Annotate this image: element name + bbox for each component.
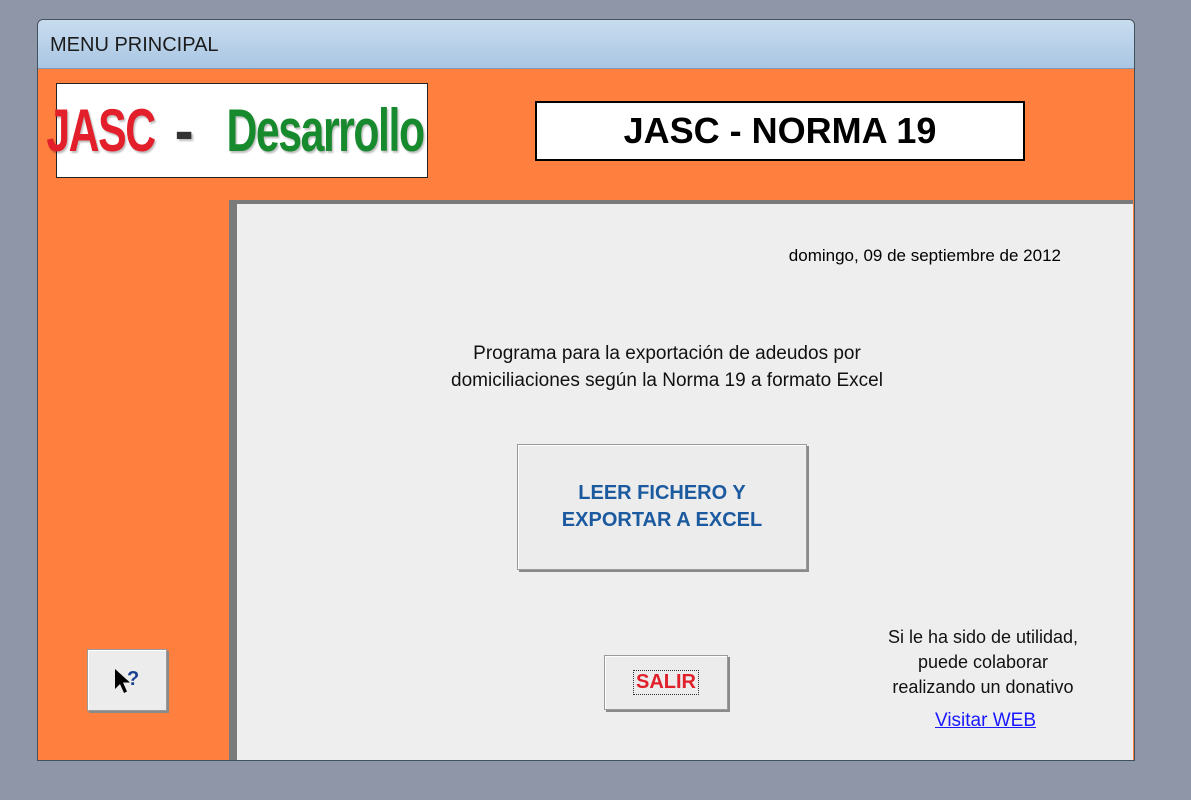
donate-line-1: Si le ha sido de utilidad, (887, 627, 1079, 647)
description-line-2: domiciliaciones según la Norma 19 a form… (451, 370, 883, 391)
read-and-export-button[interactable]: LEER FICHERO Y EXPORTAR A EXCEL (517, 444, 807, 570)
donation-message: Si le ha sido de utilidad, puede colabor… (863, 625, 1103, 700)
context-help-icon: ? (115, 668, 139, 693)
exit-button-label: SALIR (633, 670, 699, 695)
help-button[interactable]: ? (87, 649, 167, 711)
exit-button[interactable]: SALIR (604, 655, 728, 710)
current-date: domingo, 09 de septiembre de 2012 (788, 246, 1061, 265)
logo-text-desarrollo: Desarrollo (226, 97, 425, 164)
company-logo: JASC - Desarrollo (46, 83, 428, 178)
title-bar[interactable]: MENU PRINCIPAL (38, 20, 1134, 69)
logo-text-jasc: JASC (45, 97, 156, 164)
donate-line-2: puede colaborar (917, 652, 1049, 672)
export-button-line-1: LEER FICHERO Y (578, 482, 746, 504)
main-panel: domingo, 09 de septiembre de 2012 Progra… (237, 204, 1133, 760)
window-title: MENU PRINCIPAL (50, 34, 219, 56)
donate-line-3: realizando un donativo (892, 677, 1074, 697)
description-line-1: Programa para la exportación de adeudos … (473, 343, 861, 364)
program-description: Programa para la exportación de adeudos … (387, 340, 947, 394)
logo-separator: - (174, 97, 193, 164)
app-title: JASC - NORMA 19 (535, 101, 1025, 161)
export-button-line-2: EXPORTAR A EXCEL (561, 509, 763, 531)
svg-text:?: ? (127, 668, 139, 690)
visit-web-link[interactable]: Visitar WEB (935, 710, 1036, 732)
main-menu-window: MENU PRINCIPAL JASC - Desarrollo JASC - … (37, 19, 1135, 761)
